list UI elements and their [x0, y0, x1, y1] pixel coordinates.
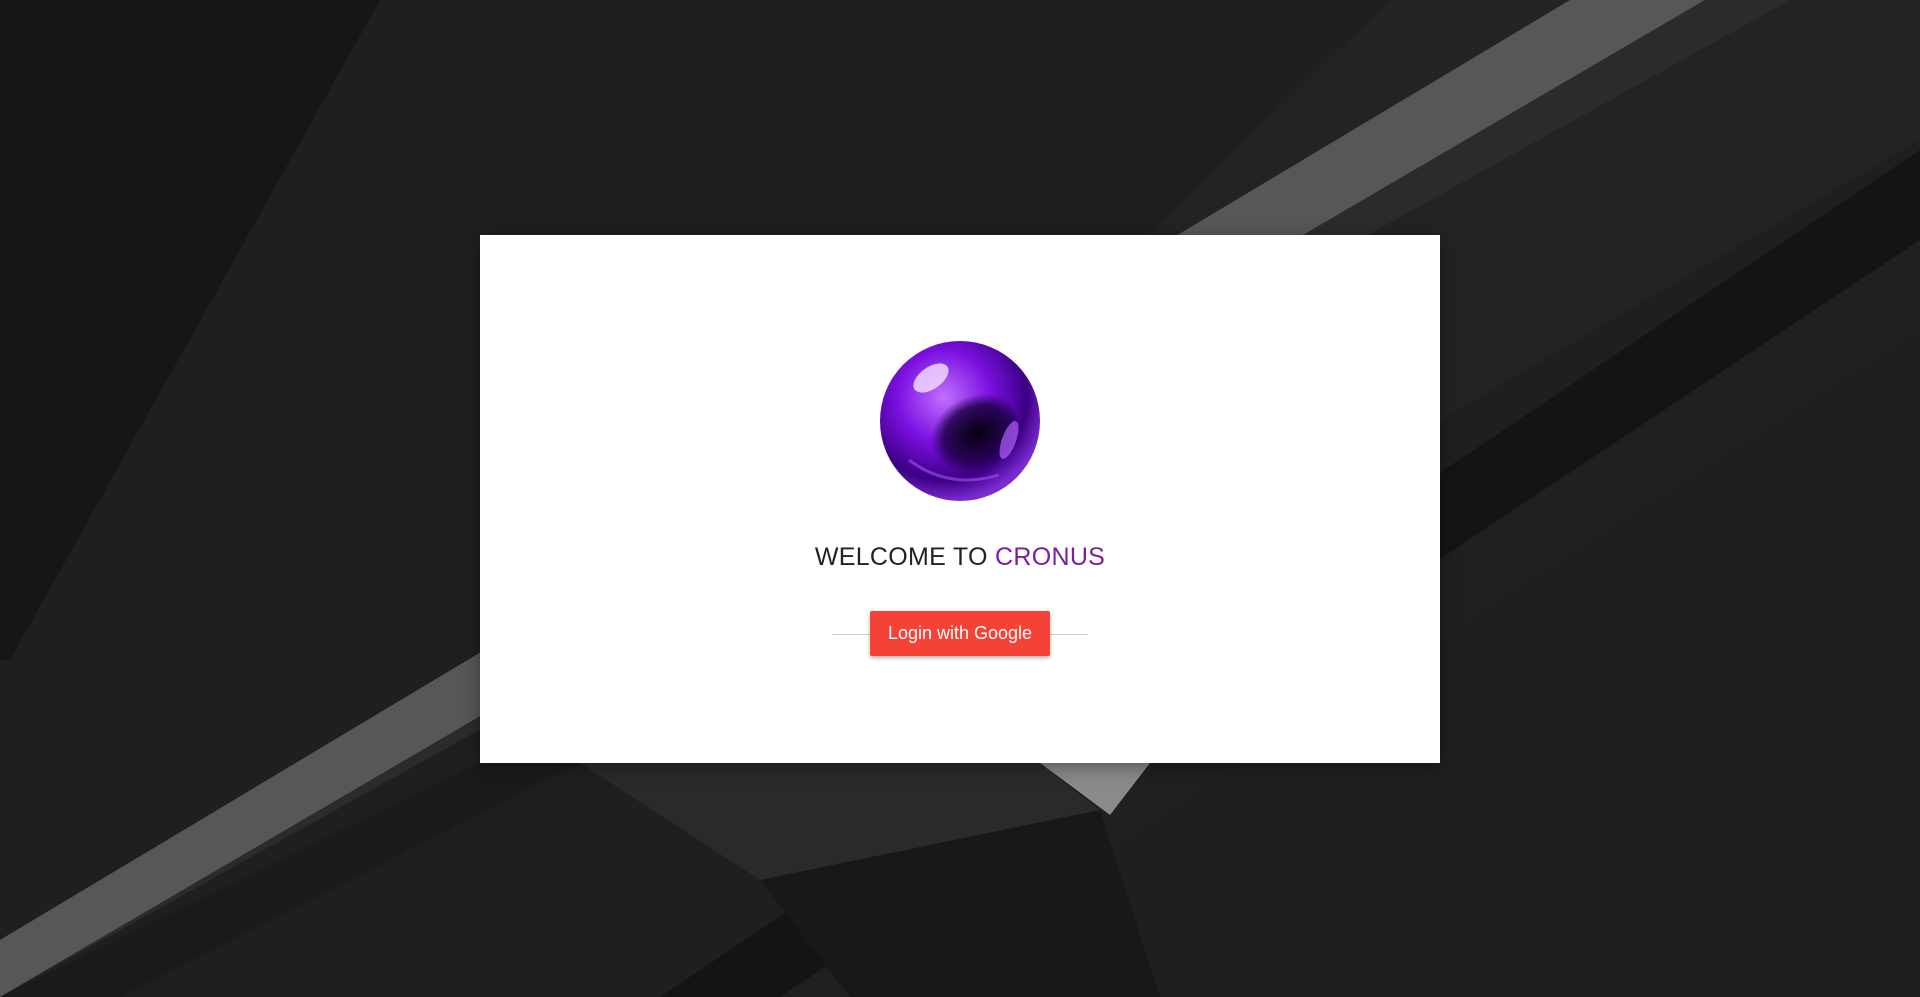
welcome-heading: WELCOME TO CRONUS — [480, 543, 1440, 572]
brand-name: CRONUS — [995, 543, 1106, 571]
purple-orb-icon — [880, 341, 1040, 501]
login-with-google-button[interactable]: Login with Google — [870, 611, 1050, 656]
welcome-prefix: WELCOME TO — [814, 543, 988, 571]
login-card: WELCOME TO CRONUS Login with Google — [480, 235, 1440, 763]
